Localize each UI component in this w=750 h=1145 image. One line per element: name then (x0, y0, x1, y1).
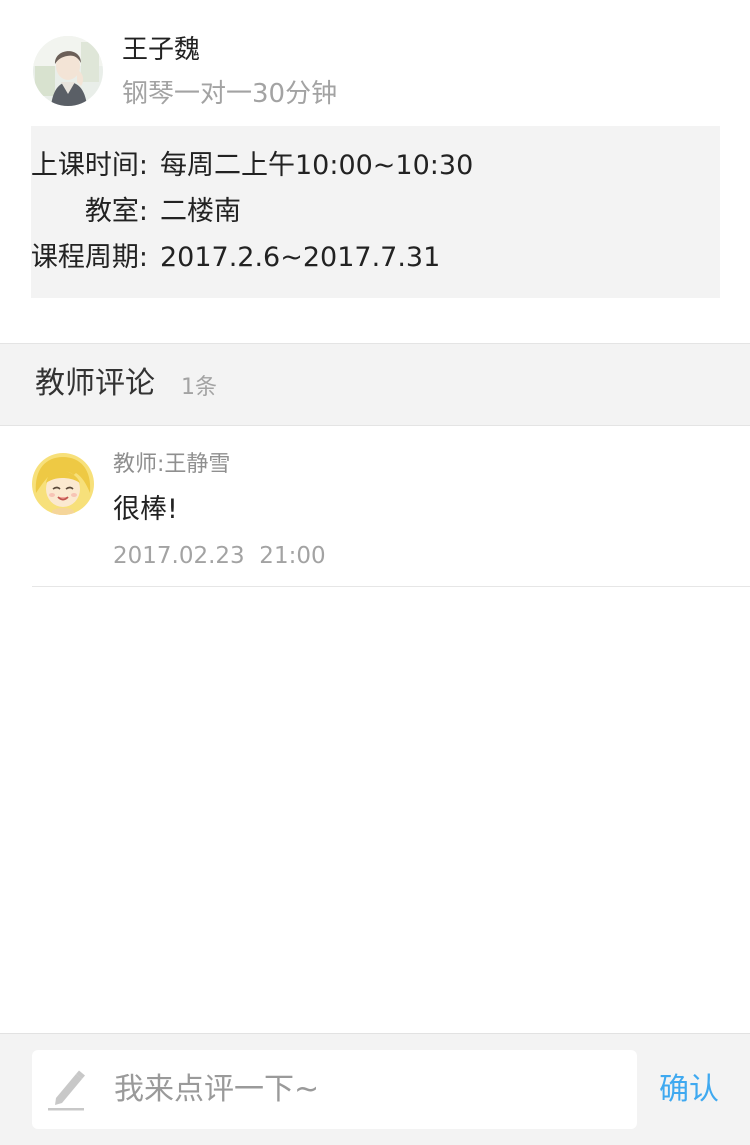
comment-input[interactable] (114, 1050, 624, 1129)
comment-input-wrapper (32, 1050, 637, 1129)
course-name: 钢琴一对一30分钟 (122, 79, 338, 109)
teacher-avatar[interactable] (32, 453, 94, 515)
student-avatar-image (33, 36, 103, 106)
info-row-class-time: 上课时间: 每周二上午10:00~10:30 (0, 146, 689, 186)
comment-text: 很棒! (113, 494, 178, 525)
teacher-avatar-image (32, 453, 94, 515)
confirm-button[interactable]: 确认 (648, 1050, 730, 1129)
info-label: 课程周期: (30, 242, 148, 273)
info-row-classroom: 教室: 二楼南 (0, 192, 689, 232)
info-value: 二楼南 (160, 196, 241, 227)
comment-composer-bar: 确认 (0, 1033, 750, 1145)
info-label: 上课时间: (30, 150, 148, 181)
info-value: 每周二上午10:00~10:30 (160, 150, 474, 181)
student-name: 王子魏 (122, 35, 201, 65)
comment-item: 教师:王静雪 很棒! 2017.02.23 21:00 (0, 427, 750, 587)
comment-author: 教师:王静雪 (113, 452, 231, 477)
student-header: 王子魏 钢琴一对一30分钟 (0, 0, 750, 125)
comment-count: 1条 (181, 375, 217, 400)
divider (32, 586, 750, 587)
comment-time: 2017.02.23 21:00 (113, 543, 326, 569)
info-value: 2017.2.6~2017.7.31 (160, 242, 441, 273)
info-row-course-period: 课程周期: 2017.2.6~2017.7.31 (0, 238, 689, 278)
comments-section-header: 教师评论 1条 (0, 343, 750, 426)
student-avatar[interactable] (33, 36, 103, 106)
section-title: 教师评论 (35, 366, 155, 401)
info-label: 教室: (84, 196, 148, 227)
pencil-icon (46, 1068, 86, 1112)
